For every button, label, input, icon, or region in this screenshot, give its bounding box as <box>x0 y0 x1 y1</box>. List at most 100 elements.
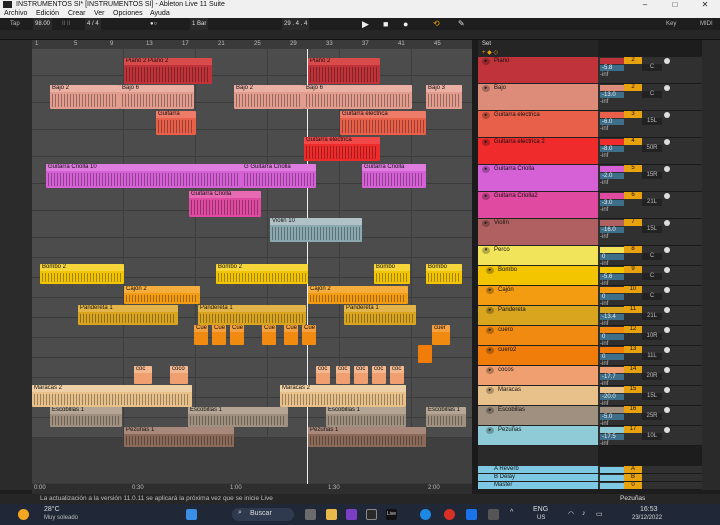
arrangement-view[interactable]: Piano 2 Piano 2 Piano 2 Bajo 2 Bajo 6 Ba… <box>32 49 472 484</box>
clip-bombo[interactable]: Bombo 2 <box>40 264 124 284</box>
clip-pezunas[interactable]: Pezuñas 1 <box>308 427 426 447</box>
track-activator[interactable] <box>600 85 624 91</box>
clip-cuero2[interactable] <box>418 345 432 363</box>
track-activator[interactable] <box>600 287 624 293</box>
track-activator[interactable] <box>600 307 624 313</box>
minimize-button[interactable]: – <box>630 0 660 9</box>
fold-icon[interactable]: ▸ <box>486 267 494 274</box>
clip-escobillas[interactable]: Escobillas 1 <box>50 407 122 427</box>
browser-icon[interactable] <box>420 509 431 520</box>
track-number[interactable]: 13 <box>624 346 642 353</box>
track-activator[interactable] <box>600 427 624 433</box>
pan-field[interactable]: 50R <box>642 145 662 152</box>
arm-record-icon[interactable] <box>664 112 670 118</box>
fold-icon[interactable]: ▸ <box>486 287 494 294</box>
chrome-icon[interactable] <box>444 509 455 520</box>
volume-field[interactable]: -20.0 <box>600 394 624 400</box>
song-position-field[interactable]: 29 . 4 . 4 <box>282 18 310 30</box>
track-activator[interactable] <box>600 112 624 118</box>
arm-record-icon[interactable] <box>664 220 670 226</box>
pan-field[interactable]: C <box>642 64 662 71</box>
add-icon[interactable]: + ◆ ◇ <box>482 49 498 56</box>
track-header-bajo[interactable]: ▸ Bajo <box>478 84 598 111</box>
fold-icon[interactable]: ▸ <box>482 112 490 119</box>
pan-field[interactable]: 25R <box>642 413 662 420</box>
fold-icon[interactable]: ▸ <box>482 193 490 200</box>
clip-piano[interactable]: Piano 2 Piano 2 <box>124 58 212 84</box>
menu-archivo[interactable]: Archivo <box>4 9 27 18</box>
clip-cuero[interactable]: Cue <box>230 325 244 345</box>
pan-field[interactable]: C <box>642 293 662 300</box>
pan-field[interactable]: 15R <box>642 172 662 179</box>
ableton-live-taskbar-icon[interactable]: Live <box>386 509 397 520</box>
search-box[interactable]: ⌕ Buscar <box>232 508 294 521</box>
pan-field[interactable]: 10R <box>642 333 662 340</box>
track-activator[interactable] <box>600 220 624 226</box>
clip-guitarra[interactable]: Guitarra electrica <box>340 111 426 135</box>
clip-pandereta[interactable]: Pandereta 1 <box>344 305 416 325</box>
file-explorer-icon[interactable] <box>326 509 337 520</box>
right-scroll-strip[interactable] <box>702 40 720 490</box>
weather-icon[interactable] <box>18 509 29 520</box>
clip-cocos[interactable]: coc <box>390 366 404 384</box>
time-signature-field[interactable]: 4 / 4 <box>85 18 101 30</box>
loop-icon[interactable]: ⟲ <box>433 18 440 30</box>
volume-field[interactable]: -3.0 <box>600 200 624 206</box>
track-header-cajon[interactable]: ▸ Cajón <box>478 286 598 306</box>
wifi-icon[interactable]: ◠ <box>568 510 574 518</box>
arm-record-icon[interactable] <box>664 347 670 353</box>
fold-icon[interactable]: ▸ <box>486 387 494 394</box>
arm-record-icon[interactable] <box>664 267 670 273</box>
pan-field[interactable]: C <box>642 253 662 260</box>
track-activator[interactable] <box>600 467 624 473</box>
clip-cuero[interactable]: Cue <box>194 325 208 345</box>
play-icon[interactable]: ▶ <box>362 18 369 30</box>
clip-guitarra[interactable]: Guitarra <box>156 111 196 135</box>
track-number[interactable]: 14 <box>624 366 642 373</box>
clip-cajon[interactable]: Cajón 2 <box>308 286 408 304</box>
word-icon[interactable] <box>466 509 477 520</box>
volume-field[interactable]: 0 <box>600 294 624 300</box>
track-activator[interactable] <box>600 483 624 489</box>
volume-field[interactable]: -13.4 <box>600 314 624 320</box>
track-header-guitarra-criolla[interactable]: ▸ Guitarra Criolla <box>478 165 598 192</box>
track-header-escobillas[interactable]: ▸ Escobillas <box>478 406 598 426</box>
volume-field[interactable]: -2.0 <box>600 173 624 179</box>
close-button[interactable]: ✕ <box>690 0 720 9</box>
track-activator[interactable] <box>600 347 624 353</box>
fold-icon[interactable]: ▸ <box>486 367 494 374</box>
track-header-piano[interactable]: ▸ Piano <box>478 57 598 84</box>
fold-icon[interactable]: ▸ <box>486 407 494 414</box>
track-number[interactable]: 6 <box>624 192 642 199</box>
arm-record-icon[interactable] <box>664 427 670 433</box>
fold-icon[interactable]: ▸ <box>486 427 494 434</box>
track-number[interactable]: 9 <box>624 266 642 273</box>
menu-edicion[interactable]: Edición <box>36 9 59 18</box>
clip-bombo[interactable]: Bombo 2 <box>216 264 308 284</box>
key-map-button[interactable]: Key <box>666 18 676 30</box>
lane-perco[interactable] <box>32 238 472 258</box>
volume-field[interactable]: -13.0 <box>600 92 624 98</box>
weather-temp[interactable]: 28°C <box>44 506 60 513</box>
clip-cocos[interactable]: coco <box>170 366 188 384</box>
clip-violin[interactable]: Violin 10 <box>270 218 362 242</box>
track-activator[interactable] <box>600 193 624 199</box>
arm-record-icon[interactable] <box>664 166 670 172</box>
track-header-violin[interactable]: ▸ Violín <box>478 219 598 246</box>
fold-icon[interactable]: ▸ <box>486 347 494 354</box>
track-activator[interactable] <box>600 407 624 413</box>
onenote-icon[interactable] <box>346 509 357 520</box>
clip-cocos[interactable]: coc <box>354 366 368 384</box>
metronome-icon[interactable]: ●○ <box>150 18 157 30</box>
track-number[interactable]: 12 <box>624 326 642 333</box>
arm-record-icon[interactable] <box>664 247 670 253</box>
fold-icon[interactable]: ▸ <box>486 307 494 314</box>
pan-field[interactable]: 15L <box>642 226 662 233</box>
track-header-bombo[interactable]: ▸ Bombo <box>478 266 598 286</box>
clip-cuero[interactable]: Cue <box>302 325 316 345</box>
weather-desc[interactable]: Muy soleado <box>44 515 78 521</box>
clip-bajo[interactable]: Bajo 2 <box>50 85 120 109</box>
track-header-pezunas[interactable]: ▸ Pezuñas <box>478 426 598 446</box>
volume-field[interactable]: 0 <box>600 354 624 360</box>
menu-ver[interactable]: Ver <box>94 9 105 18</box>
